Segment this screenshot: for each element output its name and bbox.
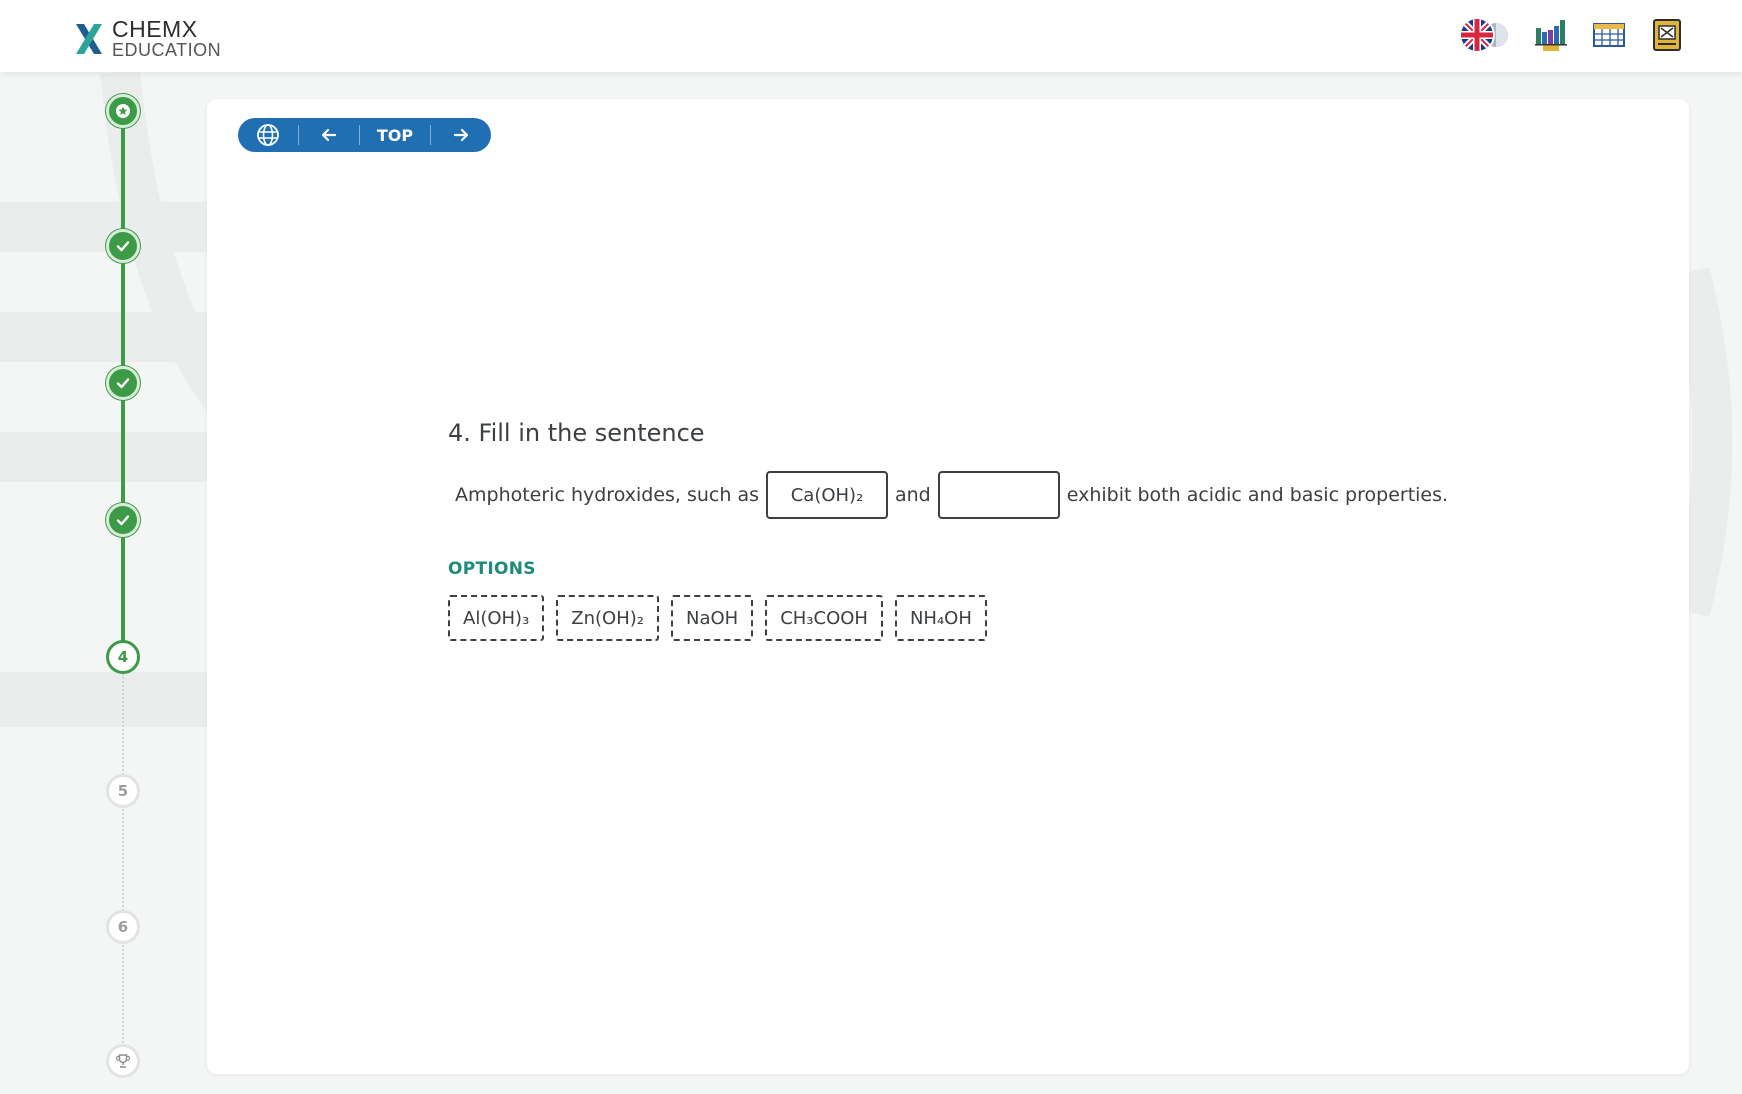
stepper-line-remaining — [122, 674, 124, 1074]
option-chip[interactable]: NH₄OH — [894, 595, 987, 641]
step-start[interactable] — [106, 94, 140, 128]
fill-in-question: 4. Fill in the sentence Amphoteric hydro… — [448, 419, 1648, 641]
step-1-completed[interactable] — [106, 229, 140, 263]
bar-chart-icon[interactable] — [1534, 18, 1568, 52]
logo-subtitle: EDUCATION — [112, 40, 222, 60]
previous-button[interactable] — [299, 118, 359, 152]
next-button[interactable] — [431, 118, 491, 152]
sentence-middle: and — [895, 484, 931, 506]
step-4-current[interactable]: 4 — [106, 640, 140, 674]
option-chip[interactable]: Al(OH)₃ — [448, 595, 545, 641]
table-icon[interactable] — [1592, 18, 1626, 52]
question-navigation: TOP — [238, 118, 491, 152]
question-sentence: Amphoteric hydroxides, such as Ca(OH)₂ a… — [455, 471, 1648, 519]
step-5[interactable]: 5 — [106, 774, 140, 808]
option-chip[interactable]: CH₃COOH — [765, 595, 883, 641]
chemx-logo[interactable]: CHEMX EDUCATION — [74, 18, 221, 59]
answer-blank-1[interactable]: Ca(OH)₂ — [766, 471, 888, 519]
step-3-completed[interactable] — [106, 503, 140, 537]
arrow-right-icon — [453, 128, 469, 142]
chemx-x-logo-icon — [76, 23, 102, 54]
arrow-left-icon — [321, 128, 337, 142]
options-list: Al(OH)₃ Zn(OH)₂ NaOH CH₃COOH NH₄OH — [448, 595, 1648, 641]
logo-name: CHEMX — [112, 16, 198, 42]
sentence-suffix: exhibit both acidic and basic properties… — [1066, 484, 1449, 506]
language-globe-button[interactable] — [238, 118, 298, 152]
question-title: 4. Fill in the sentence — [448, 419, 705, 447]
check-icon — [116, 241, 130, 252]
step-final[interactable] — [106, 1044, 140, 1078]
option-chip[interactable]: Zn(OH)₂ — [556, 595, 659, 641]
check-icon — [116, 378, 130, 389]
options-label: OPTIONS — [448, 559, 536, 579]
top-header: CHEMX EDUCATION — [0, 0, 1742, 72]
question-card: TOP 4. Fill in the sentence Amphoteric h… — [207, 99, 1689, 1074]
star-icon — [116, 104, 130, 118]
progress-stepper: 4 5 6 — [106, 94, 140, 1094]
trophy-icon — [115, 1054, 131, 1068]
answer-blank-2[interactable] — [937, 471, 1060, 519]
step-6[interactable]: 6 — [106, 910, 140, 944]
check-icon — [116, 515, 130, 526]
step-2-completed[interactable] — [106, 366, 140, 400]
option-chip[interactable]: NaOH — [670, 595, 754, 641]
language-switcher[interactable] — [1458, 16, 1510, 54]
book-icon[interactable] — [1650, 18, 1684, 52]
top-button[interactable]: TOP — [360, 118, 430, 152]
globe-icon — [257, 124, 279, 146]
uk-flag-language-icon — [1459, 17, 1508, 53]
sentence-prefix: Amphoteric hydroxides, such as — [455, 484, 759, 506]
